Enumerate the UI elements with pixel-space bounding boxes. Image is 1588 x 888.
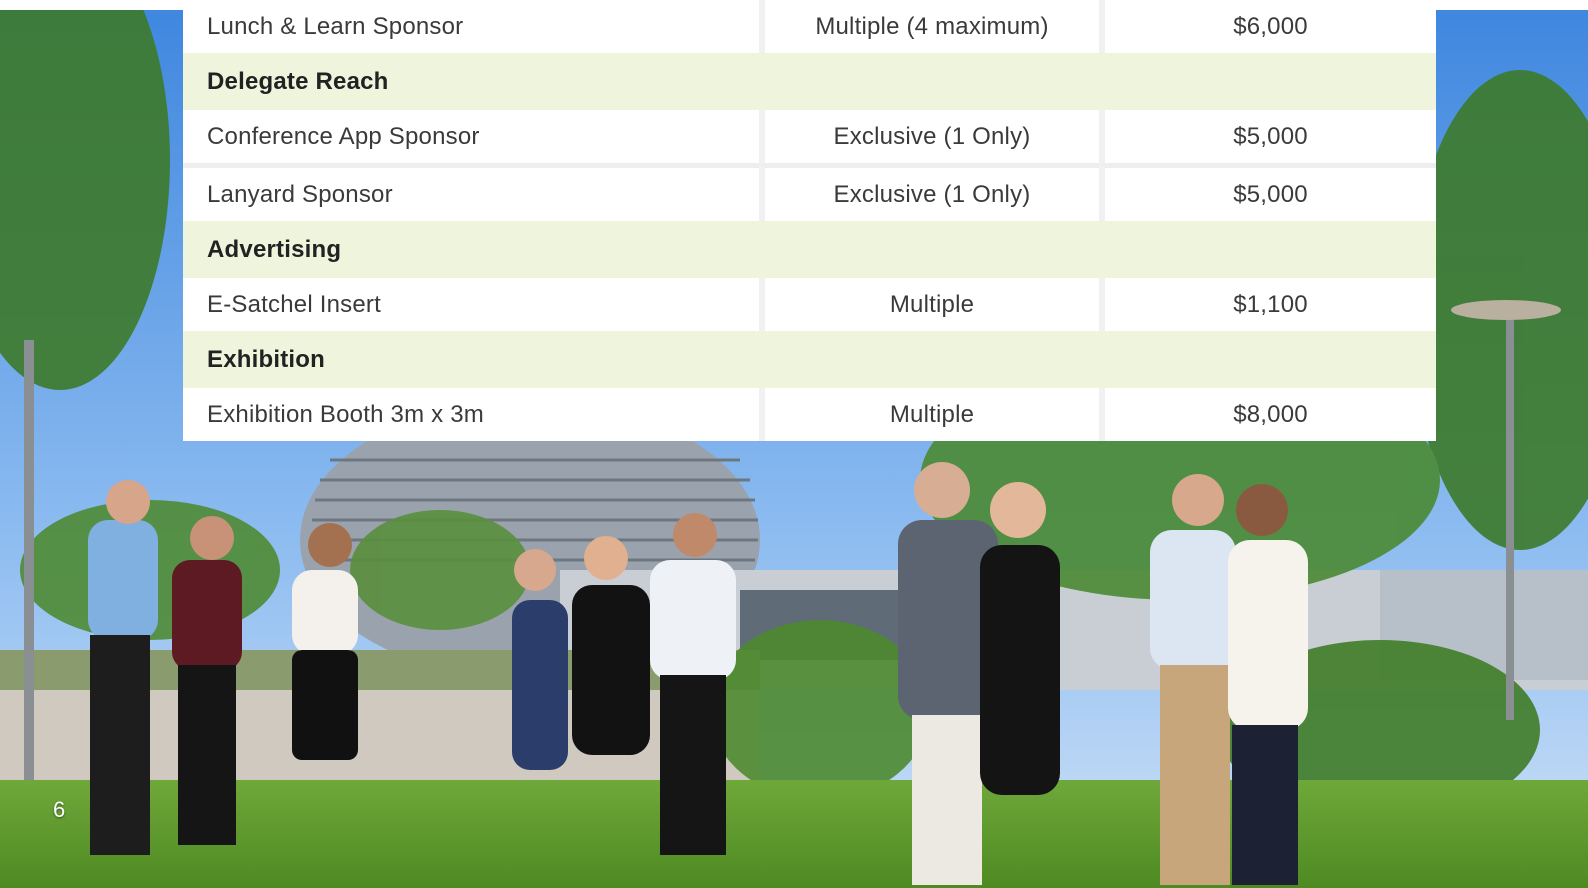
- category-row: Exhibition: [183, 331, 1436, 388]
- availability-cell: Multiple: [759, 278, 1099, 331]
- table-row: Lunch & Learn Sponsor Multiple (4 maximum…: [183, 0, 1436, 53]
- sponsorship-pricing-table: Lunch & Learn Sponsor Multiple (4 maximum…: [183, 0, 1436, 441]
- availability-cell: Multiple: [759, 388, 1099, 441]
- item-name-cell: Lunch & Learn Sponsor: [183, 0, 759, 53]
- availability-cell: Multiple (4 maximum): [759, 0, 1099, 53]
- table-row: Exhibition Booth 3m x 3m Multiple $8,000: [183, 388, 1436, 441]
- category-label: Exhibition: [183, 331, 1436, 388]
- page-number: 6: [53, 797, 66, 822]
- price-cell: $6,000: [1099, 0, 1436, 53]
- price-cell: $8,000: [1099, 388, 1436, 441]
- table-row: E-Satchel Insert Multiple $1,100: [183, 278, 1436, 331]
- table-row: Conference App Sponsor Exclusive (1 Only)…: [183, 110, 1436, 163]
- pricing-table: Lunch & Learn Sponsor Multiple (4 maximum…: [183, 0, 1436, 441]
- availability-cell: Exclusive (1 Only): [759, 110, 1099, 163]
- category-label: Advertising: [183, 221, 1436, 278]
- price-cell: $5,000: [1099, 163, 1436, 221]
- item-name-cell: E-Satchel Insert: [183, 278, 759, 331]
- category-label: Delegate Reach: [183, 53, 1436, 110]
- item-name-cell: Exhibition Booth 3m x 3m: [183, 388, 759, 441]
- table-row: Lanyard Sponsor Exclusive (1 Only) $5,000: [183, 163, 1436, 221]
- price-cell: $1,100: [1099, 278, 1436, 331]
- category-row: Advertising: [183, 221, 1436, 278]
- item-name-cell: Lanyard Sponsor: [183, 163, 759, 221]
- price-cell: $5,000: [1099, 110, 1436, 163]
- availability-cell: Exclusive (1 Only): [759, 163, 1099, 221]
- category-row: Delegate Reach: [183, 53, 1436, 110]
- item-name-cell: Conference App Sponsor: [183, 110, 759, 163]
